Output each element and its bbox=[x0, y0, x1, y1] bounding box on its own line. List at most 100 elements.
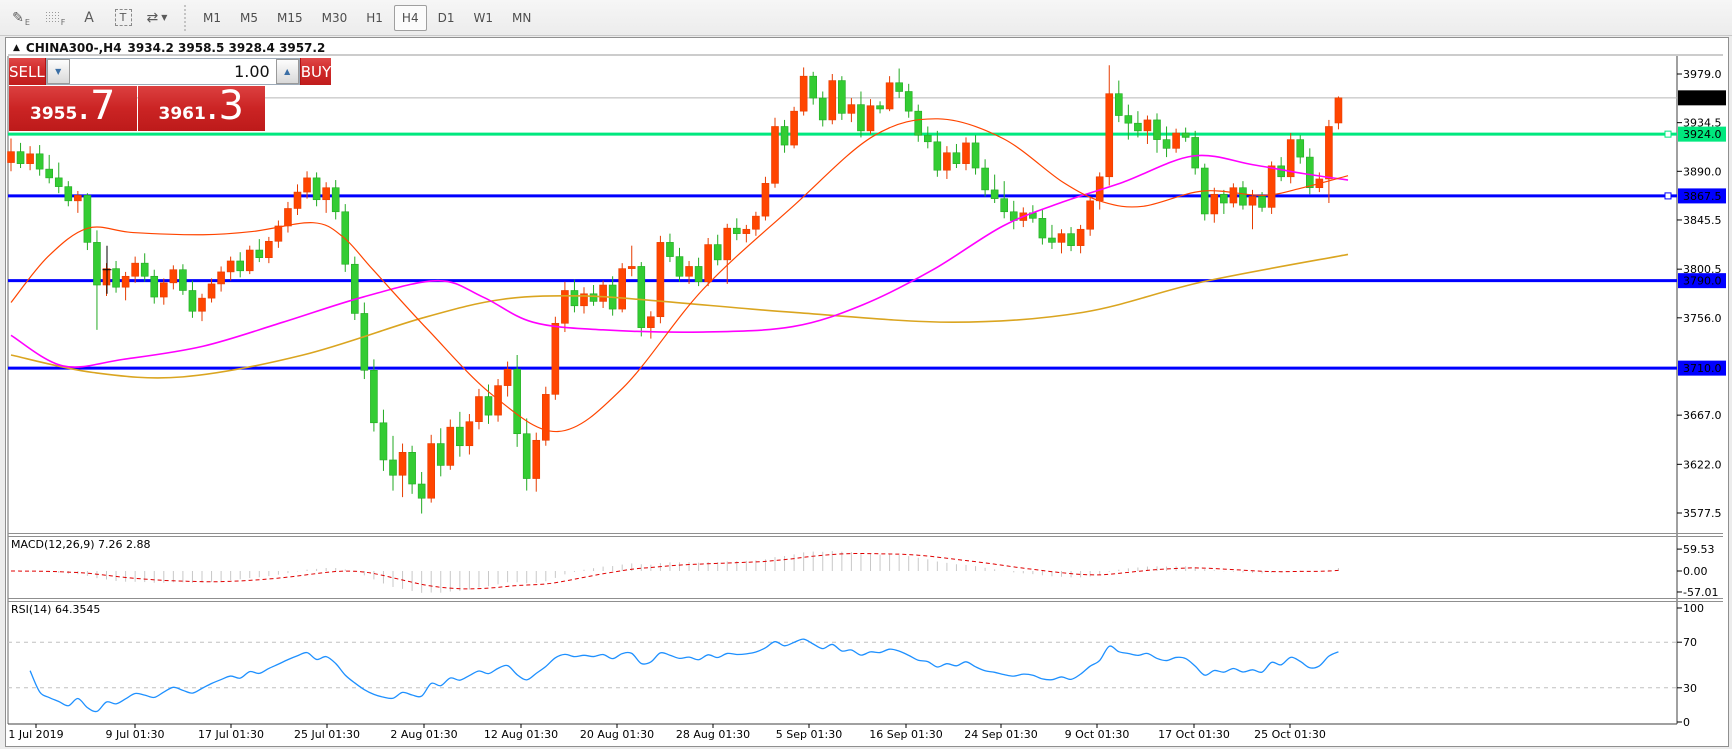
candle-body bbox=[189, 290, 196, 311]
cursor-tools-button[interactable]: ⇄ ▼ bbox=[142, 4, 172, 32]
candle-body bbox=[275, 226, 282, 241]
timeframe-mn-button[interactable]: MN bbox=[504, 5, 539, 31]
candle-body bbox=[93, 242, 100, 285]
time-axis-label: 16 Sep 01:30 bbox=[869, 728, 942, 741]
buy-button[interactable]: BUY bbox=[300, 58, 331, 85]
candle-body bbox=[1335, 98, 1342, 123]
text-box-icon: T bbox=[115, 9, 132, 26]
time-axis-label: 9 Oct 01:30 bbox=[1065, 728, 1130, 741]
candle-body bbox=[982, 168, 989, 190]
volume-input[interactable] bbox=[70, 59, 276, 84]
candle-body bbox=[265, 241, 272, 257]
candle-body bbox=[666, 242, 673, 256]
candle-body bbox=[686, 266, 693, 276]
rsi-axis-label: 0 bbox=[1683, 716, 1690, 729]
candle-body bbox=[390, 460, 397, 475]
macd-signal-line bbox=[11, 554, 1338, 589]
candle-body bbox=[160, 283, 167, 297]
candle-body bbox=[246, 250, 253, 271]
pencil-icon: ✎ bbox=[12, 10, 24, 26]
time-axis-label: 24 Sep 01:30 bbox=[964, 728, 1037, 741]
candle-body bbox=[1230, 188, 1237, 203]
rsi-line bbox=[30, 639, 1338, 711]
candle-body bbox=[141, 263, 148, 276]
candle-body bbox=[714, 245, 721, 260]
volume-stepper: ▼ ▲ bbox=[46, 58, 300, 85]
time-axis-label: 25 Oct 01:30 bbox=[1254, 728, 1326, 741]
candle-body bbox=[542, 394, 549, 440]
candle-body bbox=[1239, 188, 1246, 205]
candle-body bbox=[772, 126, 779, 183]
candle-body bbox=[838, 81, 845, 114]
candle-body bbox=[1173, 133, 1180, 148]
candle-body bbox=[74, 195, 81, 200]
grid-icon-sub: F bbox=[61, 18, 66, 27]
timeframe-w1-button[interactable]: W1 bbox=[465, 5, 501, 31]
candle-body bbox=[514, 369, 521, 434]
candle-body bbox=[857, 105, 864, 131]
candle-body bbox=[380, 423, 387, 460]
grid-fibo-button[interactable]: F bbox=[40, 4, 70, 32]
draw-expert-button[interactable]: ✎ E bbox=[6, 4, 36, 32]
add-label-button[interactable]: T bbox=[108, 4, 138, 32]
candle-body bbox=[953, 153, 960, 164]
timeframe-h4-button[interactable]: H4 bbox=[394, 5, 427, 31]
timeframe-m30-button[interactable]: M30 bbox=[314, 5, 356, 31]
candle-body bbox=[991, 190, 998, 199]
candle-body bbox=[1268, 166, 1275, 208]
candle-body bbox=[1154, 120, 1161, 140]
hline-handle[interactable] bbox=[1665, 193, 1671, 199]
chart-canvas[interactable]: 3979.03934.53890.03845.53800.53756.03667… bbox=[6, 38, 1728, 746]
rsi-axis-label: 100 bbox=[1683, 602, 1704, 615]
candle-body bbox=[218, 272, 225, 284]
candle-body bbox=[1144, 120, 1151, 131]
candle-body bbox=[351, 264, 358, 313]
timeframe-d1-button[interactable]: D1 bbox=[430, 5, 463, 31]
candle-body bbox=[1058, 234, 1065, 243]
buy-price-main: 3961 bbox=[159, 104, 206, 124]
add-text-button[interactable]: A bbox=[74, 4, 104, 32]
candle-body bbox=[724, 228, 731, 260]
candle-body bbox=[743, 229, 750, 233]
buy-price-panel[interactable]: 3961 .3 bbox=[138, 86, 266, 131]
volume-increase-button[interactable]: ▲ bbox=[276, 59, 299, 84]
candle-body bbox=[1001, 199, 1008, 212]
timeframe-m1-button[interactable]: M1 bbox=[195, 5, 229, 31]
candle-body bbox=[313, 178, 320, 200]
candle-body bbox=[84, 195, 91, 242]
candle-body bbox=[466, 422, 473, 446]
candle-body bbox=[1249, 196, 1256, 205]
candle-body bbox=[447, 427, 454, 465]
candle-body bbox=[55, 178, 62, 187]
text-a-icon: A bbox=[84, 10, 94, 26]
candle-body bbox=[943, 153, 950, 170]
timeframe-m5-button[interactable]: M5 bbox=[232, 5, 266, 31]
candle-body bbox=[17, 152, 24, 164]
macd-axis-label: 0.00 bbox=[1683, 565, 1708, 578]
candle-body bbox=[1297, 140, 1304, 157]
rsi-indicator-label: RSI(14) 64.3545 bbox=[11, 603, 100, 616]
hline-handle[interactable] bbox=[1665, 131, 1671, 137]
price-axis-label: 3577.5 bbox=[1683, 507, 1722, 520]
candle-body bbox=[199, 298, 206, 311]
candle-body bbox=[867, 106, 874, 131]
sell-price-panel[interactable]: 3955 .7 bbox=[9, 86, 137, 131]
candle-body bbox=[638, 266, 645, 327]
candle-body bbox=[1182, 133, 1189, 137]
candle-body bbox=[552, 323, 559, 394]
price-badge-label: 3790.0 bbox=[1683, 275, 1722, 288]
candle-body bbox=[810, 76, 817, 98]
macd-axis-label: 59.53 bbox=[1683, 543, 1715, 556]
timeframe-h1-button[interactable]: H1 bbox=[358, 5, 391, 31]
candle-body bbox=[628, 266, 635, 268]
candle-body bbox=[256, 250, 263, 258]
candle-body bbox=[284, 208, 291, 225]
candle-body bbox=[695, 266, 702, 281]
volume-decrease-button[interactable]: ▼ bbox=[47, 59, 70, 84]
candle-body bbox=[46, 169, 53, 178]
candle-body bbox=[1087, 201, 1094, 229]
candle-body bbox=[1325, 126, 1332, 178]
sell-button[interactable]: SELL bbox=[9, 58, 46, 85]
timeframe-m15-button[interactable]: M15 bbox=[269, 5, 311, 31]
candle-body bbox=[1278, 166, 1285, 177]
